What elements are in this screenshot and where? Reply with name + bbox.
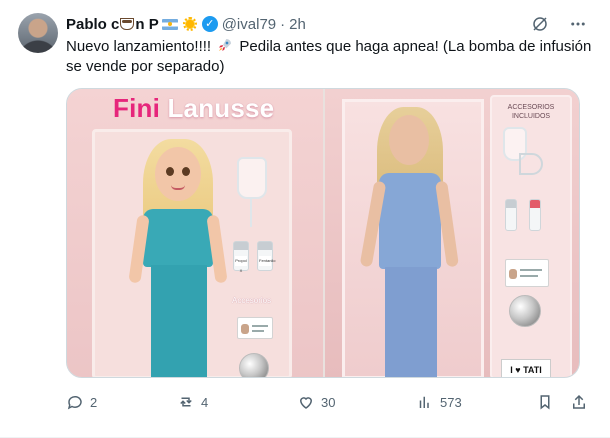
vial-propol-label: Propol X [235,256,247,273]
heart-icon [299,397,313,409]
tweet-actions: 2 4 30 573 [66,392,588,412]
tweet-text-part-1: Nuevo lanzamiento!!!! [66,38,212,55]
verified-badge-icon[interactable]: ✓ [201,16,218,32]
doll-face-left [155,147,201,201]
iv-tube [250,199,252,227]
like-button[interactable]: 30 [297,393,335,411]
author-name[interactable]: Pablo c n P [66,16,159,33]
reply-count: 2 [90,394,98,410]
vial-propol: Propol X [233,241,249,273]
doll-scrubs-top-right [379,173,441,269]
share-icon [573,394,585,409]
doll-box-title: Fini Lanusse [113,93,274,124]
iv-tube-right [519,153,543,175]
doll-box-title-2: Lanusse [167,93,275,123]
id-badge-right [505,259,549,287]
like-count: 30 [321,394,336,410]
doll-box-right: ACCESORIOS INCLUIDOS I ♥ TATI [325,89,579,377]
disco-ball-left [239,353,269,377]
rocket-emoji-icon [219,39,232,51]
tweet-text: Nuevo lanzamiento!!!! Pedila antes que h… [66,37,596,77]
vial-right-1 [505,199,517,231]
sun-emoji-icon [182,17,197,31]
author-handle[interactable]: @ival79 [222,16,276,33]
reply-icon [67,395,82,410]
avatar[interactable] [18,13,58,53]
argentina-flag-icon [161,18,178,30]
more-options-icon[interactable] [568,14,588,34]
accessories-title-right: ACCESORIOS INCLUIDOS [507,104,555,120]
share-button[interactable] [570,393,588,411]
vial-fentanilo: Fentanilo [257,241,275,271]
author-name-part-2: n P [135,15,159,33]
doll-scrubs-pants-left [151,265,207,377]
vial-right-2 [529,199,541,231]
views-button[interactable]: 573 [416,393,462,411]
tweet-card[interactable]: Pablo c n P ✓ @ival79 · 2h Nuevo lanzamie… [0,0,610,438]
iv-bag-icon [237,157,267,199]
id-badge-left [237,317,273,339]
reply-button[interactable]: 2 [66,393,97,411]
tweet-header: Pablo c n P ✓ @ival79 · 2h [66,14,306,34]
disco-ball-right [509,295,541,327]
timestamp[interactable]: 2h [289,16,306,33]
repost-count: 4 [201,394,209,410]
separator-dot: · [280,15,286,33]
repost-button[interactable]: 4 [177,393,208,411]
i-love-tati-sign: I ♥ TATI [501,359,551,377]
doll-eye-left-2 [182,167,190,176]
views-count: 573 [440,394,462,410]
doll-face-right [389,115,429,165]
doll-box-title-1: Fini [113,93,161,123]
tweet-media-image[interactable]: Fini Lanusse Propol X Fentanilo Accesori… [66,88,580,378]
vial-fentanilo-label: Fentanilo [259,256,275,266]
views-chart-icon [419,396,429,408]
doll-box-left: Fini Lanusse Propol X Fentanilo Accesori… [67,89,323,377]
doll-scrubs-top-left [143,209,213,267]
accessories-label-left: Accesorios [232,296,272,305]
doll-scrubs-pants-right [385,267,437,377]
author-name-part-1: Pablo c [66,15,120,33]
bookmark-icon [540,395,550,410]
repost-icon [180,397,192,407]
grok-icon[interactable] [530,14,550,34]
doll-eye-left-1 [166,167,174,176]
coffee-cup-emoji-icon [120,17,135,30]
bookmark-button[interactable] [536,393,554,411]
top-right-actions [530,14,588,34]
